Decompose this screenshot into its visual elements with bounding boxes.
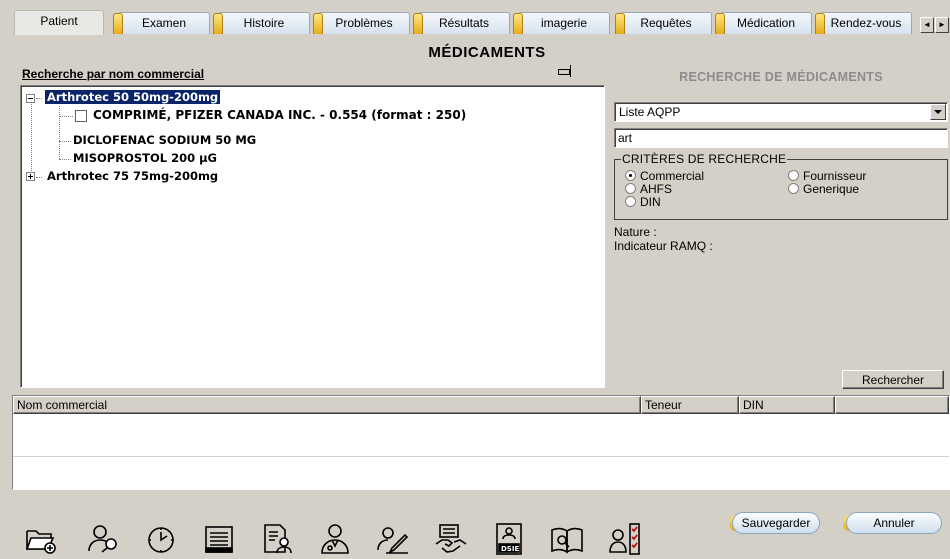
radio-label: Commercial: [640, 169, 705, 183]
column-header-brand-name[interactable]: Nom commercial: [13, 396, 641, 414]
tab-label: Examen: [141, 16, 187, 30]
column-header-strength[interactable]: Teneur: [641, 396, 739, 414]
tree-node-arthrotec-75[interactable]: Arthrotec 75 75mg-200mg: [47, 168, 218, 185]
tree-node-label: DICLOFENAC SODIUM 50 MG: [73, 133, 257, 147]
clock-icon[interactable]: [144, 522, 178, 556]
tab-problemes[interactable]: Problèmes: [313, 12, 410, 34]
dsie-label: DSIE: [501, 545, 520, 553]
radio-label: Generique: [803, 182, 860, 196]
collapse-panel-icon[interactable]: [556, 64, 574, 78]
radio-label: Fournisseur: [803, 169, 867, 183]
bottom-toolbar: DSIE: [20, 522, 660, 558]
drug-search-title: RECHERCHE DE MÉDICAMENTS: [679, 70, 883, 84]
tab-label: Patient: [40, 14, 78, 28]
radio-icon[interactable]: [625, 196, 636, 207]
tree-node-ingredient[interactable]: DICLOFENAC SODIUM 50 MG: [73, 132, 256, 149]
tab-label: imagerie: [540, 16, 588, 30]
medication-tree: Arthrotec 50 50mg-200mg COMPRIMÉ, PFIZER…: [20, 85, 605, 388]
tab-histoire[interactable]: Histoire: [213, 12, 310, 34]
folder-add-icon[interactable]: [24, 522, 58, 556]
tree-node-arthrotec-50[interactable]: Arthrotec 50 50mg-200mg: [45, 89, 221, 106]
radio-icon[interactable]: [788, 183, 799, 194]
tab-label: Médication: [736, 16, 796, 30]
tree-node-label: Arthrotec 50 50mg-200mg: [45, 90, 221, 104]
radio-label: DIN: [640, 195, 661, 209]
tab-requetes[interactable]: Requêtes: [615, 12, 712, 34]
book-icon[interactable]: [550, 522, 584, 556]
tree-node-label: COMPRIMÉ, PFIZER CANADA INC. - 0.554 (fo…: [93, 108, 467, 122]
tab-label: Rendez-vous: [830, 16, 902, 30]
tab-medication[interactable]: Médication: [715, 12, 812, 34]
tab-label: Histoire: [243, 16, 285, 30]
cancel-button[interactable]: Annuler: [843, 512, 942, 534]
list-icon[interactable]: [202, 522, 236, 556]
tab-imagerie[interactable]: imagerie: [513, 12, 610, 34]
search-by-name-label: Recherche par nom commercial: [22, 67, 205, 81]
tree-node-product[interactable]: COMPRIMÉ, PFIZER CANADA INC. - 0.554 (fo…: [93, 107, 466, 124]
tab-examen[interactable]: Examen: [113, 12, 210, 34]
collapse-node-icon[interactable]: [26, 94, 35, 103]
column-header-din[interactable]: DIN: [739, 396, 835, 414]
search-criteria-group: CRITÈRES DE RECHERCHE Commercial AHFS DI…: [614, 152, 948, 220]
tab-resultats[interactable]: Résultats: [413, 12, 510, 34]
user-checklist-icon[interactable]: [608, 522, 642, 556]
ramq-indicator-label: Indicateur RAMQ :: [614, 239, 713, 253]
radio-icon[interactable]: [788, 170, 799, 181]
tree-node-label: Arthrotec 75 75mg-200mg: [47, 169, 219, 183]
chevron-down-icon[interactable]: [930, 104, 946, 120]
tab-scroll-right-button[interactable]: ►: [935, 17, 949, 33]
tab-label: Résultats: [438, 16, 490, 30]
save-button[interactable]: Sauvegarder: [729, 512, 820, 534]
document-user-icon[interactable]: [260, 522, 294, 556]
tree-node-ingredient[interactable]: MISOPROSTOL 200 µG: [73, 150, 217, 167]
column-header-empty[interactable]: [835, 396, 949, 414]
radio-din[interactable]: DIN: [625, 196, 661, 209]
search-criteria-title: CRITÈRES DE RECHERCHE: [621, 152, 788, 166]
drug-list-select[interactable]: Liste AQPP: [614, 102, 948, 122]
tree-node-label: MISOPROSTOL 200 µG: [73, 151, 217, 165]
radio-generique[interactable]: Generique: [788, 183, 859, 196]
user-search-icon[interactable]: [86, 522, 120, 556]
search-input[interactable]: [614, 128, 948, 148]
dsie-card-icon[interactable]: DSIE: [492, 522, 526, 556]
radio-icon[interactable]: [625, 183, 636, 194]
radio-label: AHFS: [640, 182, 673, 196]
tab-patient[interactable]: Patient: [14, 10, 104, 35]
expand-node-icon[interactable]: [26, 172, 35, 181]
handshake-icon[interactable]: [434, 522, 468, 556]
user-pen-icon[interactable]: [376, 522, 410, 556]
tab-scroll-left-button[interactable]: ◄: [920, 17, 934, 33]
result-list-header: Nom commercial Teneur DIN: [13, 396, 949, 414]
result-list[interactable]: Nom commercial Teneur DIN: [12, 395, 950, 490]
radio-selected-icon[interactable]: [625, 170, 636, 181]
tab-bar: Patient Examen Histoire Problèmes Résult…: [14, 10, 950, 35]
tab-rendez-vous[interactable]: Rendez-vous: [815, 12, 912, 34]
search-button[interactable]: Rechercher: [842, 370, 944, 389]
tab-label: Requêtes: [640, 16, 692, 30]
product-checkbox[interactable]: [75, 110, 87, 122]
drug-list-selected: Liste AQPP: [619, 105, 681, 119]
page-title: MÉDICAMENTS: [428, 44, 546, 61]
doctor-icon[interactable]: [318, 522, 352, 556]
nature-label: Nature :: [614, 225, 657, 239]
tab-label: Problèmes: [335, 16, 393, 30]
